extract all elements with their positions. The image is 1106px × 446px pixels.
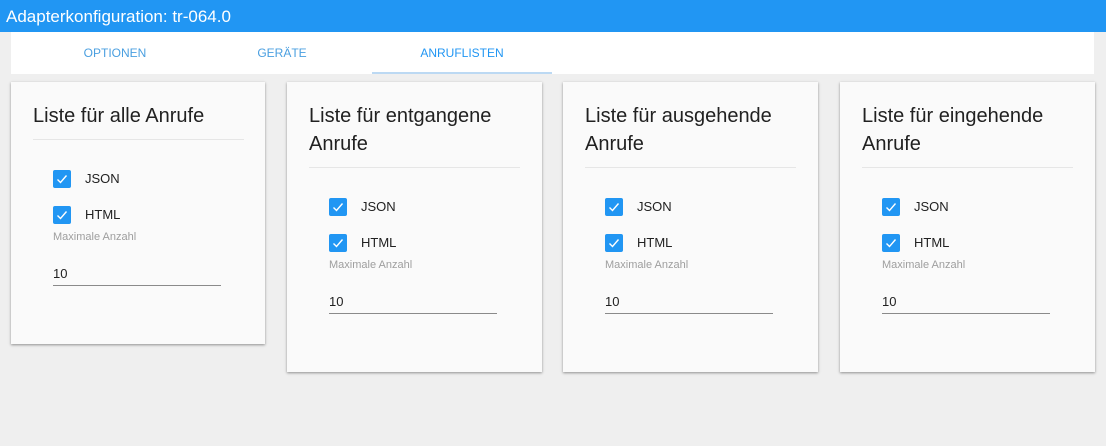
window-title: Adapterkonfiguration: tr-064.0 [0,0,1106,32]
html-label: HTML [637,235,673,250]
card-incoming-calls: Liste für eingehende Anrufe JSON HTML Ma… [840,82,1095,372]
json-checkbox[interactable] [329,198,347,216]
json-checkbox[interactable] [605,198,623,216]
checkmark-icon [333,239,344,248]
checkmark-icon [57,175,68,184]
tab-anruflisten[interactable]: ANRUFLISTEN [372,32,552,74]
max-count-input[interactable] [329,290,497,314]
html-checkbox[interactable] [882,234,900,252]
tab-bar: OPTIONEN GERÄTE ANRUFLISTEN [11,32,1094,74]
checkmark-icon [609,203,620,212]
json-checkbox[interactable] [882,198,900,216]
tab-geraete[interactable]: GERÄTE [192,32,372,74]
max-count-label: Maximale Anzahl [53,231,137,243]
checkmark-icon [886,239,897,248]
html-label: HTML [914,235,950,250]
active-tab-indicator [372,72,552,74]
card-title: Liste für alle Anrufe [33,105,205,127]
card-divider [862,167,1073,168]
card-divider [585,167,796,168]
card-all-calls: Liste für alle Anrufe JSON HTML Maximale… [11,82,265,344]
html-label: HTML [361,235,397,250]
checkmark-icon [886,203,897,212]
html-checkbox[interactable] [329,234,347,252]
max-count-label: Maximale Anzahl [329,259,413,271]
card-divider [33,139,244,140]
card-outgoing-calls: Liste für ausgehende Anrufe JSON HTML Ma… [563,82,818,372]
html-checkbox[interactable] [605,234,623,252]
card-title: Liste für eingehende Anrufe [862,105,1044,155]
json-checkbox[interactable] [53,170,71,188]
json-label: JSON [637,199,672,214]
max-count-input[interactable] [53,262,221,286]
max-count-input[interactable] [605,290,773,314]
card-title: Liste für entgangene Anrufe [309,105,492,155]
max-count-input[interactable] [882,290,1050,314]
checkmark-icon [609,239,620,248]
card-title: Liste für ausgehende Anrufe [585,105,772,155]
checkmark-icon [333,203,344,212]
json-label: JSON [85,171,120,186]
card-divider [309,167,520,168]
max-count-label: Maximale Anzahl [882,259,966,271]
json-label: JSON [361,199,396,214]
html-label: HTML [85,207,121,222]
tab-optionen[interactable]: OPTIONEN [25,32,205,74]
checkmark-icon [57,211,68,220]
max-count-label: Maximale Anzahl [605,259,689,271]
html-checkbox[interactable] [53,206,71,224]
card-missed-calls: Liste für entgangene Anrufe JSON HTML Ma… [287,82,542,372]
json-label: JSON [914,199,949,214]
